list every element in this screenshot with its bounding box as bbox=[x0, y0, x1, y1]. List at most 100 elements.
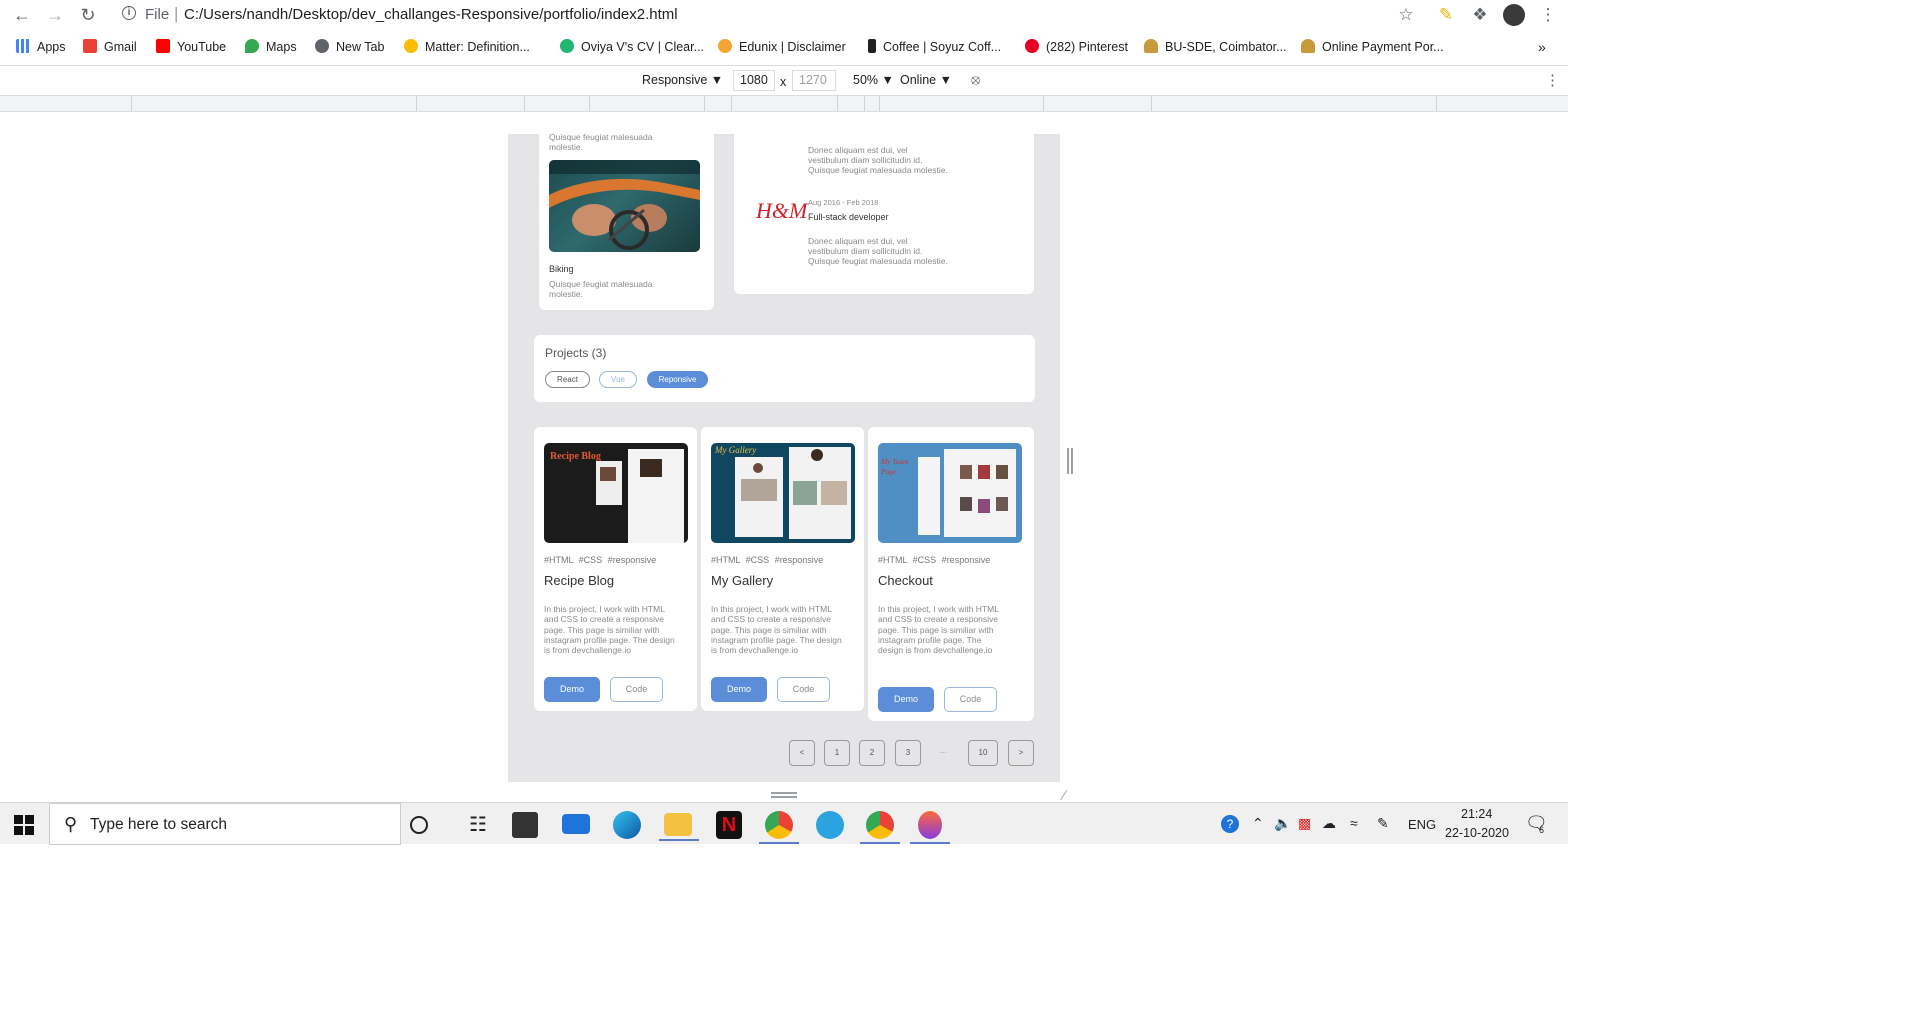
globe-icon bbox=[315, 39, 329, 53]
url-separator: | bbox=[174, 4, 179, 23]
info-icon[interactable]: i bbox=[122, 6, 136, 20]
url-scheme: File bbox=[145, 6, 170, 23]
puzzle-icon[interactable]: ❖ bbox=[1470, 5, 1490, 25]
more-options-icon[interactable]: ⋮ bbox=[1545, 71, 1560, 89]
pagination-ellipsis: ... bbox=[940, 746, 947, 755]
height-input[interactable]: 1270 bbox=[792, 70, 836, 91]
filter-responsive-button[interactable]: Reponsive bbox=[647, 371, 708, 388]
taskbar-search-box[interactable]: ⚲ Type here to search bbox=[49, 803, 401, 845]
clock-date[interactable]: 22-10-2020 bbox=[1445, 826, 1509, 840]
project-title: My Gallery bbox=[711, 573, 774, 588]
bookmark-label: Edunix | Disclaimer bbox=[739, 40, 846, 54]
clock-time[interactable]: 21:24 bbox=[1461, 807, 1492, 821]
store-icon[interactable] bbox=[512, 812, 538, 838]
project-thumbnail: My Team Page bbox=[878, 443, 1022, 543]
pagination-prev-button[interactable]: < bbox=[789, 740, 815, 766]
windows-start-icon[interactable] bbox=[14, 815, 34, 835]
telegram-icon[interactable] bbox=[816, 811, 844, 839]
extension-pen-icon[interactable]: ✎ bbox=[1436, 5, 1456, 25]
pagination-page-3[interactable]: 3 bbox=[895, 740, 921, 766]
mail-icon[interactable] bbox=[562, 814, 590, 834]
chrome-icon[interactable] bbox=[759, 811, 799, 844]
filter-vue-button[interactable]: Vue bbox=[599, 371, 637, 388]
biking-image bbox=[549, 160, 700, 252]
bookmark-label: Matter: Definition... bbox=[425, 40, 530, 54]
chrome-icon[interactable] bbox=[860, 811, 900, 844]
bookmark-pinterest[interactable]: (282) Pinterest bbox=[1025, 38, 1128, 56]
forward-icon[interactable]: → bbox=[45, 5, 65, 25]
paint-drop-icon[interactable] bbox=[910, 811, 950, 844]
bookmark-coffee[interactable]: Coffee | Soyuz Coff... bbox=[868, 38, 1001, 56]
width-input[interactable]: 1080 bbox=[733, 70, 775, 91]
demo-button[interactable]: Demo bbox=[711, 677, 767, 702]
code-button[interactable]: Code bbox=[610, 677, 663, 702]
bookmark-bu-sde[interactable]: BU-SDE, Coimbator... bbox=[1144, 38, 1287, 56]
language-indicator[interactable]: ENG bbox=[1408, 817, 1436, 832]
bookmark-youtube[interactable]: YouTube bbox=[156, 38, 226, 56]
pagination-page-10[interactable]: 10 bbox=[968, 740, 998, 766]
hobbies-card: Quisque feugiat malesuada molestie. Biki… bbox=[539, 134, 714, 310]
office-icon[interactable]: ▩ bbox=[1298, 815, 1311, 832]
file-explorer-icon[interactable] bbox=[659, 813, 699, 841]
media-query-ruler[interactable] bbox=[0, 95, 1568, 112]
maps-pin-icon bbox=[245, 39, 259, 53]
filter-react-button[interactable]: React bbox=[545, 371, 590, 388]
bookmark-label: Online Payment Por... bbox=[1322, 40, 1444, 54]
bookmark-label: Coffee | Soyuz Coff... bbox=[883, 40, 1002, 54]
hobby-title: Biking bbox=[549, 264, 574, 274]
url-box[interactable]: i File | C:/Users/nandh/Desktop/dev_chal… bbox=[112, 2, 1424, 28]
reload-icon[interactable]: ↻ bbox=[78, 5, 98, 25]
back-icon[interactable]: ← bbox=[12, 5, 32, 25]
bookmark-edunix[interactable]: Edunix | Disclaimer bbox=[718, 38, 846, 56]
tray-chevron-up-icon[interactable]: ⌃ bbox=[1252, 815, 1264, 832]
profile-avatar[interactable] bbox=[1503, 4, 1525, 26]
wifi-icon[interactable]: ≈ bbox=[1350, 815, 1358, 831]
edge-icon[interactable] bbox=[613, 811, 641, 839]
viewport-resize-handle-right[interactable] bbox=[1067, 448, 1073, 474]
bookmark-maps[interactable]: Maps bbox=[245, 38, 297, 56]
url-path: C:/Users/nandh/Desktop/dev_challanges-Re… bbox=[184, 6, 678, 23]
viewport-resize-handle-corner[interactable]: ∕ bbox=[1063, 787, 1065, 803]
bookmark-matter[interactable]: Matter: Definition... bbox=[404, 38, 530, 56]
pagination-page-2[interactable]: 2 bbox=[859, 740, 885, 766]
bookmark-label: Apps bbox=[37, 40, 66, 54]
bookmark-apps[interactable]: Apps bbox=[16, 38, 66, 56]
bookmark-new-tab[interactable]: New Tab bbox=[315, 38, 384, 56]
help-icon[interactable]: ? bbox=[1221, 815, 1239, 833]
bookmarks-overflow-icon[interactable]: » bbox=[1538, 38, 1546, 56]
volume-icon[interactable]: 🔈 bbox=[1274, 815, 1291, 832]
notification-count: 6 bbox=[1539, 825, 1545, 835]
gmail-icon bbox=[83, 39, 97, 53]
bookmark-gmail[interactable]: Gmail bbox=[83, 38, 137, 56]
zoom-select[interactable]: 50% ▼ bbox=[853, 73, 894, 87]
network-select[interactable]: Online ▼ bbox=[900, 73, 952, 87]
bookmark-payment[interactable]: Online Payment Por... bbox=[1301, 38, 1444, 56]
project-thumbnail: Recipe Blog bbox=[544, 443, 688, 543]
rotate-icon[interactable]: ⦻ bbox=[971, 71, 980, 88]
device-select[interactable]: Responsive ▼ bbox=[642, 73, 723, 87]
pagination-next-button[interactable]: > bbox=[1008, 740, 1034, 766]
pagination-page-1[interactable]: 1 bbox=[824, 740, 850, 766]
cortana-icon[interactable] bbox=[410, 816, 428, 834]
projects-header-card: Projects (3) React Vue Reponsive bbox=[534, 335, 1035, 402]
code-button[interactable]: Code bbox=[777, 677, 830, 702]
search-icon: ⚲ bbox=[64, 814, 78, 834]
star-icon[interactable]: ☆ bbox=[1396, 5, 1416, 25]
coffee-icon bbox=[868, 39, 876, 53]
edunix-icon bbox=[718, 39, 732, 53]
task-view-icon[interactable]: ☷ bbox=[462, 809, 494, 841]
pen-icon[interactable]: ✎ bbox=[1377, 815, 1389, 832]
bookmark-cv[interactable]: Oviya V's CV | Clear... bbox=[560, 38, 704, 56]
project-tags: #HTML #CSS #responsive bbox=[878, 555, 991, 565]
demo-button[interactable]: Demo bbox=[878, 687, 934, 712]
project-card-my-gallery: My Gallery #HTML #CSS #responsive My Gal… bbox=[701, 427, 864, 711]
cv-icon bbox=[560, 39, 574, 53]
youtube-icon bbox=[156, 39, 170, 53]
netflix-icon[interactable]: N bbox=[716, 811, 742, 839]
viewport-resize-handle-bottom[interactable] bbox=[771, 792, 797, 798]
notification-center-icon[interactable]: 🗨 bbox=[1525, 813, 1548, 834]
menu-kebab-icon[interactable]: ⋮ bbox=[1538, 5, 1558, 25]
demo-button[interactable]: Demo bbox=[544, 677, 600, 702]
code-button[interactable]: Code bbox=[944, 687, 997, 712]
onedrive-icon[interactable]: ☁ bbox=[1322, 815, 1336, 832]
